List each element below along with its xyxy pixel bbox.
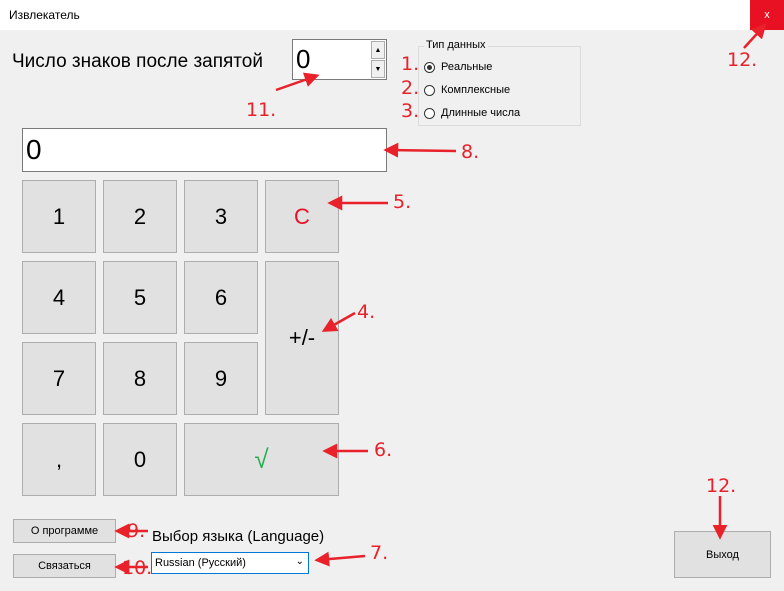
annotation-4: 4. [357,301,376,323]
stepper-down-icon[interactable]: ▼ [371,60,385,78]
annotation-9: 9. [127,520,146,542]
arrow-7 [314,551,366,567]
window-title: Извлекатель [9,8,80,22]
decimals-value[interactable]: 0 [296,44,310,75]
contact-button[interactable]: Связаться [13,554,116,578]
annotation-11: 11. [246,99,277,121]
annotation-6: 6. [374,439,393,461]
display-value: 0 [26,134,42,165]
title-bar [0,0,784,30]
language-value: Russian (Русский) [155,557,246,569]
annotation-8: 8. [461,141,480,163]
annotation-12-bottom: 12. [706,475,737,497]
radio-label: Комплексные [441,84,511,96]
annotation-10: 10. [122,557,153,579]
stepper-up-icon[interactable]: ▲ [371,41,385,59]
decimals-label: Число знаков после запятой [12,51,263,72]
radio-unchecked-icon[interactable] [424,84,435,96]
radio-long[interactable]: Длинные числа [424,107,520,119]
language-select[interactable]: Russian (Русский) ⌄ [151,552,309,574]
annotation-12-top: 12. [727,49,758,71]
key-5[interactable]: 5 [103,261,177,334]
radio-label: Реальные [441,61,493,73]
about-button[interactable]: О программе [13,519,116,543]
key-4[interactable]: 4 [22,261,96,334]
sqrt-button[interactable]: √ [184,423,339,496]
annotation-3: 3. [401,100,420,122]
result-display[interactable]: 0 [22,128,387,172]
annotation-1: 1. [401,53,420,75]
annotation-7: 7. [370,542,389,564]
radio-label: Длинные числа [441,107,521,119]
annotation-2: 2. [401,77,420,99]
key-8[interactable]: 8 [103,342,177,415]
language-label: Выбор языка (Language) [152,528,325,545]
radio-checked-icon[interactable] [424,61,435,73]
data-type-title: Тип данных [424,39,488,51]
key-9[interactable]: 9 [184,342,258,415]
close-button[interactable]: x [750,0,784,30]
exit-button[interactable]: Выход [674,531,771,578]
key-1[interactable]: 1 [22,180,96,253]
radio-real[interactable]: Реальные [424,61,492,73]
key-0[interactable]: 0 [103,423,177,496]
key-2[interactable]: 2 [103,180,177,253]
comma-button[interactable]: , [22,423,96,496]
sign-button[interactable]: +/- [265,261,339,415]
radio-unchecked-icon[interactable] [424,107,435,119]
key-6[interactable]: 6 [184,261,258,334]
annotation-5: 5. [393,191,412,213]
arrow-8 [383,142,457,158]
decimals-stepper[interactable]: 0 ▲ ▼ [292,39,387,80]
clear-button[interactable]: C [265,180,339,253]
key-3[interactable]: 3 [184,180,258,253]
key-7[interactable]: 7 [22,342,96,415]
chevron-down-icon[interactable]: ⌄ [296,556,304,567]
radio-complex[interactable]: Комплексные [424,84,510,96]
